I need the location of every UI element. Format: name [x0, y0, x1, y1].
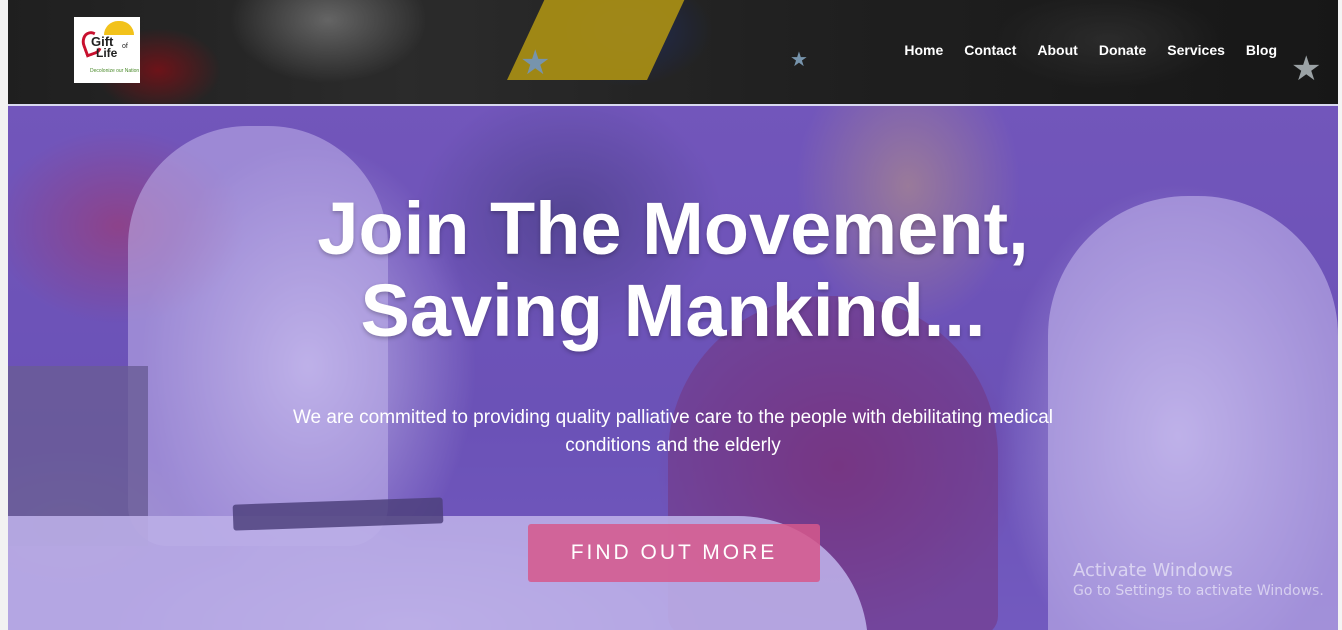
logo-text-of: of — [122, 43, 128, 50]
nav-link-blog[interactable]: Blog — [1246, 42, 1277, 58]
hero-heading-line1: Join The Movement, — [317, 187, 1029, 270]
nav-link-services[interactable]: Services — [1167, 42, 1225, 58]
logo-text-life: Life — [96, 46, 118, 60]
nav-link-home[interactable]: Home — [904, 42, 943, 58]
watermark-subtitle: Go to Settings to activate Windows. — [1073, 583, 1324, 599]
hero-heading: Join The Movement, Saving Mankind... — [8, 188, 1338, 352]
watermark-title: Activate Windows — [1073, 560, 1233, 581]
site-header: ★ ★ ★ Gift of Life Decolonize our Nation… — [8, 0, 1338, 104]
windows-activation-watermark: Activate Windows Go to Settings to activ… — [1073, 560, 1324, 599]
hero-subtitle: We are committed to providing quality pa… — [292, 407, 1054, 456]
logo-tagline: Decolonize our Nation — [90, 68, 140, 74]
find-out-more-button[interactable]: FIND OUT MORE — [528, 524, 820, 582]
site-logo[interactable]: Gift of Life Decolonize our Nation — [74, 17, 140, 83]
page: ★ ★ ★ Gift of Life Decolonize our Nation… — [0, 0, 1342, 630]
nav-link-donate[interactable]: Donate — [1099, 42, 1146, 58]
nav-link-about[interactable]: About — [1037, 42, 1077, 58]
hero-heading-line2: Saving Mankind... — [360, 269, 986, 352]
nav-link-contact[interactable]: Contact — [964, 42, 1016, 58]
page-margin — [0, 0, 8, 630]
main-nav: Home Contact About Donate Services Blog — [883, 42, 1277, 58]
hero-section: Join The Movement, Saving Mankind... We … — [8, 106, 1338, 630]
sun-icon — [104, 21, 134, 35]
